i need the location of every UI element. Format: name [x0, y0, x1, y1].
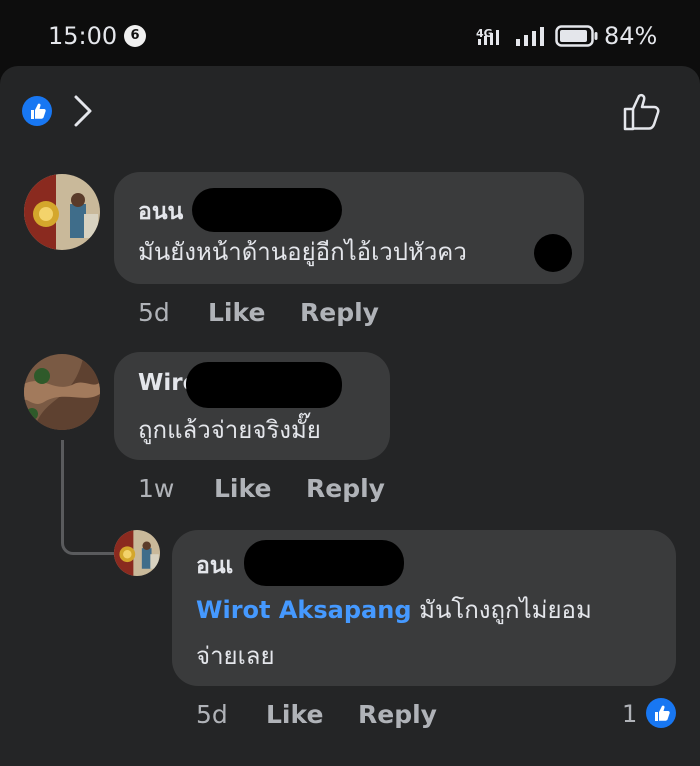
thumbs-up-icon[interactable]: [620, 90, 664, 134]
avatar[interactable]: [24, 354, 100, 430]
redaction: [186, 362, 342, 408]
like-button[interactable]: Like: [208, 298, 265, 327]
redaction: [534, 234, 572, 272]
mention-link[interactable]: Wirot Aksapang: [196, 596, 412, 624]
comment-time[interactable]: 5d: [196, 700, 228, 729]
reply-button[interactable]: Reply: [358, 700, 437, 729]
avatar[interactable]: [114, 530, 160, 576]
status-time: 15:00: [48, 22, 118, 50]
battery-icon: [555, 25, 598, 47]
redaction: [192, 188, 342, 232]
notification-badge: 6: [124, 25, 146, 47]
comment-author[interactable]: อนน: [138, 194, 183, 230]
avatar[interactable]: [24, 174, 100, 250]
like-reaction-icon[interactable]: [646, 698, 676, 728]
battery-percent: 84%: [604, 22, 658, 50]
comment-text: Wirot Aksapang มันโกงถูกไม่ยอม: [196, 590, 592, 630]
like-button[interactable]: Like: [214, 474, 271, 503]
network-4g-icon: 4G: [476, 27, 499, 45]
reply-button[interactable]: Reply: [300, 298, 379, 327]
status-bar: 15:00 6 4G 84%: [0, 0, 700, 68]
comment-time[interactable]: 5d: [138, 298, 170, 327]
redaction: [244, 540, 404, 586]
comment-text: ถูกแล้วจ่ายจริงมั๊ย: [138, 416, 321, 444]
comment-author[interactable]: อนเ: [196, 548, 233, 584]
signal-icon: [516, 27, 544, 46]
thread-connector: [61, 440, 114, 555]
reaction-count[interactable]: 1: [622, 700, 637, 728]
comment-time[interactable]: 1w: [138, 474, 174, 503]
like-button[interactable]: Like: [266, 700, 323, 729]
reactions-like-icon[interactable]: [22, 96, 52, 126]
chevron-right-icon[interactable]: [72, 94, 94, 128]
comment-text: มันยังหน้าด้านอยู่อีกไอ้เวปหัวคว: [138, 238, 467, 266]
comment-text-line1: มันโกงถูกไม่ยอม: [411, 596, 592, 624]
comment-text-line2: จ่ายเลย: [196, 642, 275, 670]
reply-button[interactable]: Reply: [306, 474, 385, 503]
